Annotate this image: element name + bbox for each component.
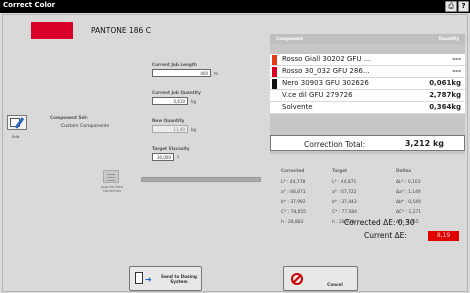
- color-swatch: [31, 22, 73, 39]
- corrected-value: h : 28,883: [281, 220, 304, 225]
- document-icon: [135, 272, 143, 284]
- component-row[interactable]: Nero 30903 GFU 302626 0,061kg: [270, 78, 465, 90]
- correction-total: Correction Total: 3,212 kg: [270, 135, 465, 151]
- correction-total-label: Correction Total:: [304, 140, 366, 149]
- new-quantity-unit: kg: [191, 127, 197, 132]
- job-quantity-unit: kg: [191, 99, 197, 104]
- component-qty: ---: [452, 67, 461, 75]
- quantity-column-header: Quantity: [438, 36, 459, 41]
- send-button-label: Send to Dosing System: [161, 274, 197, 284]
- acquire-correction-label: Acquire New Correction: [100, 185, 124, 193]
- title-bar: Correct Color ⎙ ?: [0, 0, 470, 13]
- component-row[interactable]: Solvente 0,364kg: [270, 102, 465, 114]
- component-qty: ---: [452, 55, 461, 63]
- component-name: Solvente: [282, 103, 313, 111]
- cancel-icon: [291, 273, 303, 285]
- deltas-header: Deltas: [396, 168, 412, 173]
- delta-value: Δb* : 0,549: [396, 200, 421, 205]
- component-swatch: [272, 91, 277, 101]
- cancel-button[interactable]: Cancel: [283, 266, 358, 291]
- delta-value: ΔC* : 1,271: [396, 210, 422, 215]
- viscosity-unit: s: [177, 154, 180, 159]
- component-name: Rosso Giall 30202 GFU ...: [282, 55, 371, 63]
- job-quantity-label: Current Job Quantity: [152, 90, 201, 95]
- job-quantity-input[interactable]: 0,610: [152, 97, 188, 105]
- new-quantity-label: New Quantity: [152, 118, 185, 123]
- component-swatch: [272, 79, 277, 89]
- component-set-label: Component Set:: [50, 115, 88, 120]
- printer-icon[interactable]: ⎙: [445, 1, 457, 12]
- window-title: Correct Color: [3, 1, 56, 9]
- current-delta-e-value: 8,19: [428, 231, 459, 241]
- cancel-button-label: Cancel: [327, 282, 343, 287]
- job-length-unit: m: [214, 71, 219, 76]
- edit-components-icon[interactable]: [7, 115, 27, 130]
- component-swatch: [272, 55, 277, 65]
- current-delta-e-label: Current ΔE:: [364, 231, 407, 240]
- color-name: PANTONE 186 C: [91, 26, 151, 35]
- delta-value: ΔL* : 0,103: [396, 180, 421, 185]
- component-qty: 0,061kg: [429, 79, 461, 87]
- component-column-header: Component: [276, 36, 303, 41]
- corrected-value: a* : 68,871: [281, 190, 306, 195]
- help-button[interactable]: ?: [458, 1, 469, 12]
- component-name: Nero 30903 GFU 302626: [282, 79, 369, 87]
- viscosity-label: Target Viscosity: [152, 146, 190, 151]
- corrected-value: b* : 37,992: [281, 200, 306, 205]
- target-value: a* : 67,722: [332, 190, 357, 195]
- viscosity-input[interactable]: 30,000: [152, 153, 174, 161]
- target-value: C* : 77,584: [332, 210, 357, 215]
- delta-value: Δa* : 1,149: [396, 190, 421, 195]
- component-swatch: [272, 67, 277, 77]
- corrected-delta-e: Corrected ΔE: 0,30: [344, 218, 415, 227]
- target-header: Target: [332, 168, 348, 173]
- target-value: b* : 37,443: [332, 200, 357, 205]
- edit-label: Edit: [12, 134, 20, 139]
- component-row[interactable]: Rosso 30_032 GFU 286... ---: [270, 66, 465, 78]
- corrected-value: L* : 44,778: [281, 180, 306, 185]
- target-value: L* : 44,871: [332, 180, 357, 185]
- component-qty: 0,364kg: [429, 103, 461, 111]
- component-name: V.ce dil GFU 279726: [282, 91, 353, 99]
- send-to-dosing-button[interactable]: ➜ Send to Dosing System: [129, 266, 202, 291]
- component-row[interactable]: V.ce dil GFU 279726 2,787kg: [270, 90, 465, 102]
- arrow-right-icon: ➜: [145, 275, 152, 284]
- acquire-correction-icon[interactable]: [103, 170, 119, 183]
- component-qty: 2,787kg: [429, 91, 461, 99]
- progress-bar: [141, 177, 261, 182]
- job-length-input[interactable]: 400: [152, 69, 211, 77]
- correction-total-value: 3,212 kg: [404, 139, 444, 148]
- component-swatch: [272, 103, 277, 113]
- component-set-value: Custom Components: [61, 124, 110, 129]
- component-row[interactable]: Rosso Giall 30202 GFU ... ---: [270, 54, 465, 66]
- new-quantity-value: 11,40: [152, 125, 188, 133]
- corrected-value: C* : 78,655: [281, 210, 306, 215]
- job-length-label: Current Job Length: [152, 62, 197, 67]
- component-name: Rosso 30_032 GFU 286...: [282, 67, 370, 75]
- components-header: Component Quantity: [270, 34, 465, 44]
- corrected-header: Corrected: [281, 168, 305, 173]
